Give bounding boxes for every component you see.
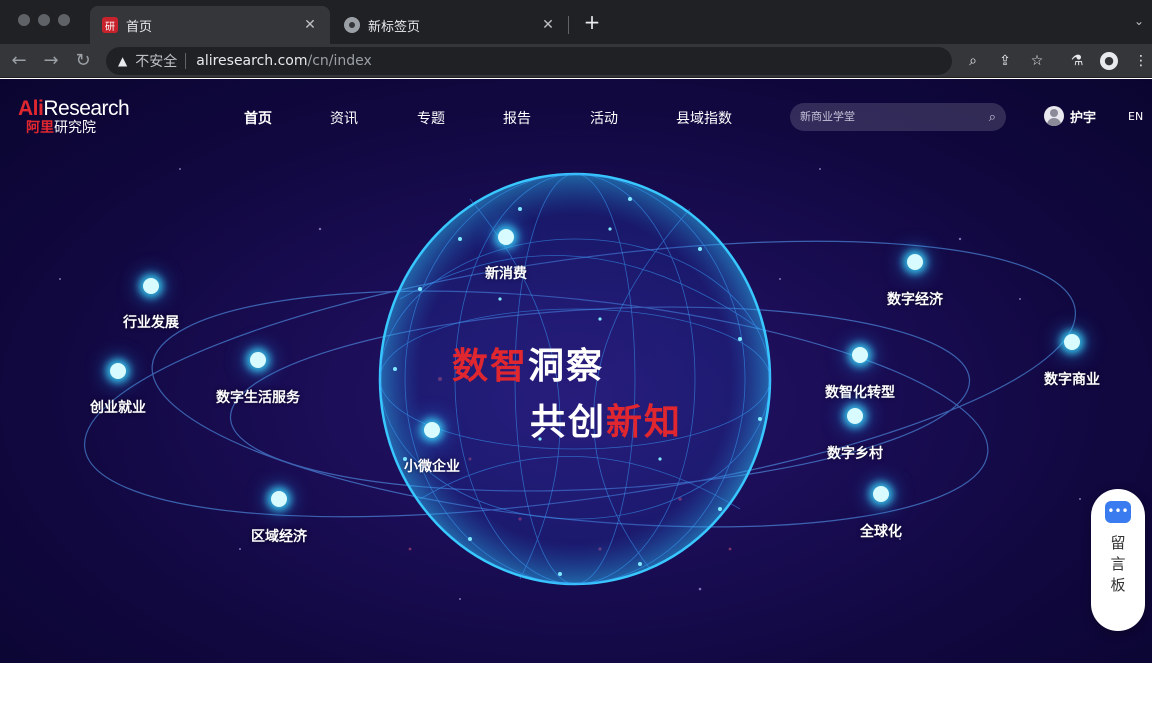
extension-flask-icon[interactable]: ⚗ [1068,52,1086,70]
window-zoom-dot[interactable] [58,14,70,26]
topic-regional-economy[interactable]: 区域经济 [251,526,307,546]
topic-node-dot[interactable] [271,491,287,507]
topic-small-business[interactable]: 小微企业 [404,456,460,476]
topic-node-dot[interactable] [907,254,923,270]
page-below-fold [0,663,1152,726]
user-menu[interactable]: 护宇 [1044,106,1096,126]
topic-industry-development[interactable]: 行业发展 [123,312,179,332]
profile-icon[interactable]: ● [1100,52,1118,70]
url-path: /cn/index [307,53,372,69]
topic-new-consumption[interactable]: 新消费 [485,263,527,283]
topic-node-dot[interactable] [847,408,863,424]
back-button[interactable]: ← [8,50,30,72]
topic-digital-commerce[interactable]: 数字商业 [1044,369,1100,389]
topic-node-dot[interactable] [143,278,159,294]
tab-title: 首页 [126,19,153,35]
menu-kebab-icon[interactable]: ⋮ [1132,52,1150,70]
search-input[interactable] [800,111,989,123]
zoom-icon[interactable]: ⌕ [964,52,982,70]
logo-cn-red: 阿里 [26,120,54,136]
bookmark-star-icon[interactable]: ☆ [1028,52,1046,70]
slogan-white-2: 共创 [530,402,607,443]
language-switch[interactable]: EN [1128,110,1143,123]
security-label: 不安全 [135,54,178,70]
forward-button[interactable]: → [40,50,62,72]
window-minimize-dot[interactable] [38,14,50,26]
browser-tab-strip: 研 首页 ✕ 新标签页 ✕ + ⌄ [0,0,1152,44]
slogan-line-1: 数智洞察 [452,337,604,389]
logo-cn-white: 研究院 [54,120,96,136]
nav-reports[interactable]: 报告 [503,108,531,128]
slogan-line-2: 共创新知 [530,393,682,445]
new-tab-button[interactable]: + [582,12,602,32]
topic-node-dot[interactable] [250,352,266,368]
nav-topics[interactable]: 专题 [417,108,445,128]
share-icon[interactable]: ⇪ [996,52,1014,70]
aliresearch-logo[interactable]: AliResearch 阿里研究院 [18,97,130,137]
topic-entrepreneurship[interactable]: 创业就业 [90,397,146,417]
slogan-red-1: 数智 [452,346,529,387]
site-favicon-icon: 研 [102,17,118,33]
chat-bubble-icon: ••• [1105,501,1131,523]
topic-node-dot[interactable] [873,486,889,502]
topic-digital-transformation[interactable]: 数智化转型 [825,382,895,402]
tab-title: 新标签页 [368,19,421,35]
search-icon[interactable]: ⌕ [989,110,996,125]
slogan-white-1: 洞察 [528,346,605,387]
site-search: ⌕ [790,103,1006,131]
warning-icon: ▲ [118,54,128,68]
tab-separator [568,16,569,34]
nav-home[interactable]: 首页 [244,108,272,128]
topic-digital-life-services[interactable]: 数字生活服务 [216,387,300,407]
topic-digital-economy[interactable]: 数字经济 [887,289,943,309]
slogan-red-2: 新知 [606,402,683,443]
close-icon[interactable]: ✕ [302,17,318,33]
chrome-icon [344,17,360,33]
topic-globalization[interactable]: 全球化 [860,521,902,541]
message-board-button[interactable]: ••• 留言板 [1091,489,1145,631]
topic-node-dot[interactable] [424,422,440,438]
avatar [1044,106,1064,126]
address-bar[interactable]: ▲ 不安全 aliresearch.com/cn/index [106,47,952,75]
user-name: 护宇 [1070,110,1097,126]
topic-node-dot[interactable] [498,229,514,245]
nav-news[interactable]: 资讯 [330,108,358,128]
address-divider [185,53,187,69]
topic-node-dot[interactable] [852,347,868,363]
message-board-label: 留言板 [1110,534,1126,594]
chevron-down-icon[interactable]: ⌄ [1134,14,1148,28]
topic-node-dot[interactable] [110,363,126,379]
tab-home[interactable]: 研 首页 ✕ [90,6,330,44]
tab-new[interactable]: 新标签页 ✕ [332,6,568,44]
url-host: aliresearch.com [196,53,308,69]
reload-button[interactable]: ↻ [72,50,94,72]
close-icon[interactable]: ✕ [540,17,556,33]
hero-section: AliResearch 阿里研究院 首页 资讯 专题 报告 活动 县域指数 ⌕ … [0,79,1152,663]
window-close-dot[interactable] [18,14,30,26]
topic-node-dot[interactable] [1064,334,1080,350]
nav-events[interactable]: 活动 [590,108,618,128]
topic-digital-village[interactable]: 数字乡村 [827,443,883,463]
nav-county-index[interactable]: 县域指数 [676,108,732,128]
browser-toolbar: ← → ↻ ▲ 不安全 aliresearch.com/cn/index ⌕ ⇪… [0,44,1152,78]
